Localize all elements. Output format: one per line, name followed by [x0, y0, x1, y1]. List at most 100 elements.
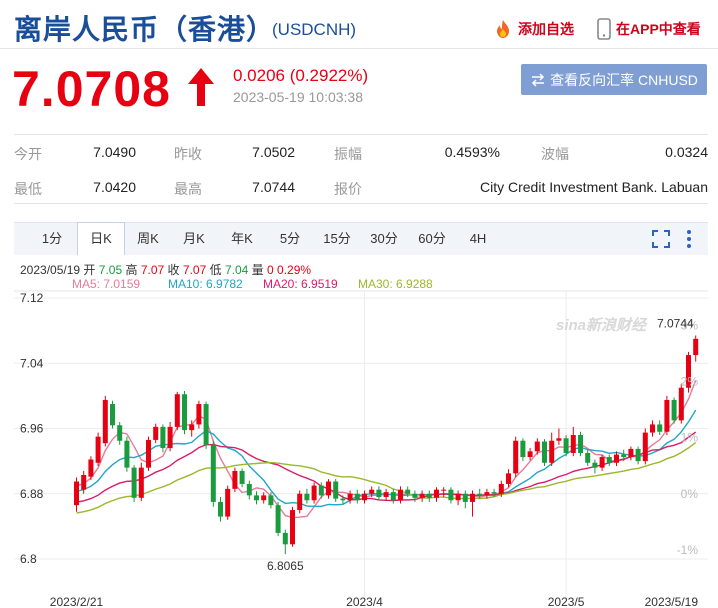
candle-down — [254, 495, 259, 501]
candle-down — [203, 404, 209, 445]
candle-down — [354, 493, 360, 501]
candle-down — [117, 425, 123, 441]
y-tick-label: 6.8 — [20, 552, 37, 566]
candle-up — [95, 436, 101, 463]
candle-up — [506, 473, 511, 484]
y-tick-label: 6.96 — [20, 422, 44, 436]
candle-down — [578, 435, 583, 453]
candle-down — [542, 441, 547, 463]
candle-up — [498, 483, 504, 494]
candle-down — [333, 481, 339, 499]
candle-up — [311, 485, 317, 501]
candle-down — [239, 470, 245, 484]
candle-up — [167, 426, 173, 449]
candle-up — [146, 439, 151, 468]
candle-down — [318, 485, 324, 496]
candle-down — [340, 498, 346, 501]
candle-down — [592, 462, 598, 468]
candle-down — [635, 448, 641, 462]
watermark: sina新浪财经 — [556, 316, 648, 334]
candle-up — [290, 510, 295, 545]
pct-tick-label: -1% — [677, 543, 699, 557]
candle-up — [570, 435, 576, 453]
pct-tick-label: 1% — [681, 431, 699, 445]
candle-down — [131, 467, 137, 498]
min-price-label: 6.8065 — [267, 559, 304, 573]
candle-up — [174, 394, 180, 427]
candle-down — [671, 399, 677, 421]
candle-up — [549, 440, 555, 463]
candle-up — [74, 481, 79, 506]
candle-down — [491, 492, 497, 494]
candle-up — [153, 426, 159, 440]
candle-up — [455, 493, 461, 501]
candle-down — [405, 489, 411, 494]
candle-down — [621, 454, 627, 458]
candle-up — [398, 489, 403, 501]
candle-up — [599, 457, 605, 468]
candle-up — [614, 454, 619, 463]
y-tick-label: 7.12 — [20, 291, 44, 305]
x-tick-label: 2023/5 — [548, 595, 585, 608]
candle-down — [462, 493, 468, 502]
candle-up — [326, 481, 331, 496]
candle-up — [441, 489, 447, 491]
candle-up — [138, 467, 144, 498]
candle-down — [390, 492, 396, 501]
candle-up — [362, 493, 367, 501]
candle-down — [520, 440, 526, 458]
candlestick-chart[interactable]: sina新浪财经 7.127.046.966.886.83%2%1%0%-1%2… — [0, 0, 718, 608]
pct-tick-label: 2% — [681, 375, 699, 389]
candle-up — [527, 451, 533, 458]
candle-up — [383, 492, 389, 498]
candle-down — [606, 457, 612, 463]
candle-down — [160, 426, 166, 449]
candle-down — [246, 483, 252, 496]
candle-down — [448, 489, 454, 501]
candle-down — [124, 440, 130, 468]
candle-up — [196, 404, 202, 425]
axis-labels: 7.127.046.966.886.83%2%1%0%-1%2023/2/21 2… — [20, 291, 698, 608]
candle-up — [470, 493, 475, 502]
candles — [74, 335, 699, 555]
max-price-label: 7.0744 — [657, 317, 694, 331]
candle-up — [232, 470, 238, 489]
candle-up — [628, 448, 634, 458]
candle-up — [513, 440, 519, 474]
candle-down — [376, 489, 382, 498]
ma30-line — [76, 442, 697, 514]
candle-up — [650, 424, 655, 433]
candle-up — [88, 459, 94, 477]
candle-up — [484, 492, 490, 496]
candle-down — [477, 493, 483, 496]
candle-down — [426, 493, 432, 498]
candle-up — [261, 495, 267, 501]
candle-up — [102, 399, 108, 444]
candle-down — [412, 493, 418, 498]
candle-up — [347, 493, 353, 501]
candle-down — [268, 495, 274, 506]
candle-down — [304, 493, 310, 501]
candle-up — [369, 489, 375, 494]
candle-up — [189, 424, 195, 431]
candle-down — [585, 452, 591, 463]
watermark-text: sina新浪财经 — [556, 316, 648, 334]
candle-up — [534, 441, 540, 452]
candle-down — [218, 501, 223, 517]
candle-up — [419, 493, 425, 498]
candle-up — [664, 399, 670, 432]
candle-down — [210, 444, 216, 502]
candle-down — [182, 394, 187, 431]
x-tick-label: 2023/5/19 — [645, 595, 699, 608]
candle-down — [657, 424, 663, 432]
x-tick-label: 2023/4 — [346, 595, 383, 608]
candle-up — [225, 488, 231, 517]
pct-tick-label: 0% — [681, 487, 699, 501]
candle-up — [434, 489, 439, 498]
candle-down — [110, 404, 115, 426]
candle-up — [556, 438, 562, 441]
candle-down — [563, 438, 569, 453]
chart-grid — [14, 290, 708, 608]
y-tick-label: 6.88 — [20, 487, 44, 501]
candle-up — [678, 387, 684, 421]
